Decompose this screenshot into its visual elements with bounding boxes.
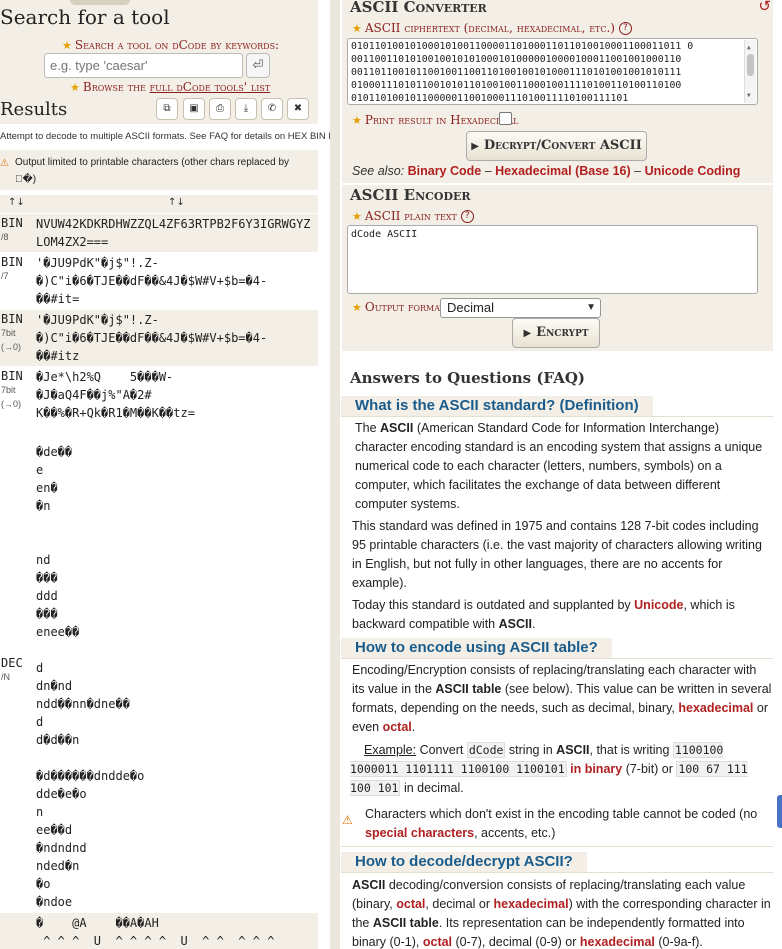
attempt-note: Attempt to decode to multiple ASCII form…: [0, 131, 330, 142]
sort-column-type[interactable]: ↑↓: [8, 197, 25, 208]
enter-icon[interactable]: ⏎: [246, 53, 270, 78]
ciphertext-input[interactable]: 0101101001010001010011000011010001101101…: [347, 38, 758, 105]
refresh-icon[interactable]: ↺: [758, 0, 771, 15]
result-format: BIN 7bit (→0): [1, 369, 23, 409]
right-panel: ASCII Converter ↺ ★ ASCII ciphertext (dec…: [340, 0, 782, 949]
print-icon[interactable]: ⎙: [209, 98, 231, 120]
help-icon[interactable]: ?: [460, 210, 474, 223]
results-table-header: ↑↓ ↑↓: [0, 195, 318, 213]
star-icon: ★: [70, 81, 80, 94]
encoding-warning: ⚠ Characters which don't exist in the enc…: [341, 805, 773, 847]
result-format: DEC/N: [1, 656, 23, 682]
results-row: BIN/8 NVUW42KDKRDHWZZQL4ZF63RTPB2F6Y3IGRW…: [0, 213, 318, 252]
faq-answer-definition: The ASCII (American Standard Code for In…: [355, 421, 763, 511]
link-binary-code[interactable]: Binary Code: [408, 164, 482, 178]
browse-tools: ★ Browse the full dCode tools' list: [70, 80, 271, 94]
result-format: BIN/8: [1, 216, 23, 242]
save-icon[interactable]: ▣: [183, 98, 205, 120]
result-value[interactable]: � @A ��A�AH ^ ^ ^ U ^ ^ ^ ^ U ^ ^ ^ ^ ^: [36, 913, 318, 949]
faq-question-definition: What is the ASCII standard? (Definition): [341, 395, 773, 417]
result-value[interactable]: '�JU9PdK"�j$"!.Z- �)C"i�6�TJE��dF��&4J�$…: [36, 253, 318, 309]
faq-question-decode: How to decode/decrypt ASCII?: [341, 851, 773, 873]
results-title: Results: [0, 99, 68, 120]
link-hexadecimal-decode[interactable]: hexadecimal: [494, 897, 569, 911]
plaintext-input[interactable]: dCode ASCII: [347, 225, 758, 294]
search-label: ★ Search a tool on dCode by keywords:: [62, 38, 280, 52]
faq-answer-history: This standard was defined in 1975 and co…: [352, 519, 762, 590]
example-box: Example: Convert dCode string in ASCII, …: [350, 742, 748, 796]
close-icon[interactable]: ✖: [287, 98, 309, 120]
ciphertext-scrollbar[interactable]: ▲ ▼: [744, 40, 756, 103]
result-value[interactable]: �de�� e en� �n nd ��� ddd ��� enee�� d d…: [36, 424, 318, 912]
link-octal[interactable]: octal: [396, 897, 425, 911]
chevron-down-icon: ▼: [586, 302, 596, 313]
side-feedback-tab[interactable]: [777, 795, 782, 828]
pin-icon[interactable]: ✆: [261, 98, 283, 120]
results-row: BIN/7 '�JU9PdK"�j$"!.Z- �)C"i�6�TJE��dF��…: [0, 252, 318, 309]
decrypt-button[interactable]: ▶ Decrypt/Convert ASCII: [466, 131, 647, 161]
help-icon[interactable]: ?: [618, 22, 632, 35]
download-icon[interactable]: ⤓: [235, 98, 257, 120]
result-value[interactable]: '�JU9PdK"�j$"!.Z- �)C"i�6�TJE��dF��&4J�$…: [36, 310, 318, 366]
ascii-encoder: ASCII Encoder ★ ASCII plain text ? dCode …: [342, 185, 773, 351]
result-value[interactable]: NVUW42KDKRDHWZZQL4ZF63RTPB2F6Y3IGRWGYZ L…: [36, 214, 318, 252]
browse-tools-link[interactable]: full dCode tools' list: [150, 80, 271, 94]
output-format-label: ★ Output format: [352, 300, 445, 314]
result-value[interactable]: �Je*\h2%Q 5���W- �J�aQ4F��j%"A�2# K��%�R…: [36, 367, 318, 423]
play-icon: ▶: [523, 328, 532, 339]
link-hexadecimal[interactable]: Hexadecimal (Base 16): [495, 164, 631, 178]
faq-question-encode: How to encode using ASCII table?: [341, 637, 773, 659]
warning-icon: ⚠: [0, 158, 9, 169]
warning-icon: ⚠: [342, 813, 353, 827]
link-unicode-coding[interactable]: Unicode Coding: [645, 164, 741, 178]
encoder-title: ASCII Encoder: [350, 186, 471, 204]
results-row: DEC/N �de�� e en� �n nd ��� ddd ��� enee…: [0, 423, 318, 912]
sort-column-value[interactable]: ↑↓: [168, 197, 185, 208]
link-unicode[interactable]: Unicode: [634, 598, 683, 612]
output-warning: ⚠ Output limited to printable characters…: [0, 150, 318, 190]
faq-answer-unicode: Today this standard is outdated and supp…: [352, 598, 735, 631]
result-format: BIN/7: [1, 255, 23, 281]
left-panel: Search for a tool ★ Search a tool on dCod…: [0, 0, 330, 949]
see-also: See also: Binary Code – Hexadecimal (Bas…: [352, 164, 741, 178]
encrypt-button[interactable]: ▶ Encrypt: [512, 318, 600, 348]
output-format-select[interactable]: Decimal ▼: [440, 298, 601, 318]
results-row: � @A ��A�AH ^ ^ ^ U ^ ^ ^ ^ U ^ ^ ^ ^ ^: [0, 912, 318, 949]
results-table: ↑↓ ↑↓ BIN/8 NVUW42KDKRDHWZZQL4ZF63RTPB2F6…: [0, 195, 318, 949]
link-special-characters[interactable]: special characters: [365, 826, 474, 840]
search-title: Search for a tool: [0, 5, 170, 29]
plaintext-label: ★ ASCII plain text ?: [352, 209, 474, 223]
link-hexadecimal-2[interactable]: hexadecimal: [580, 935, 655, 949]
faq-title: Answers to Questions (FAQ): [350, 369, 586, 387]
ciphertext-label: ★ ASCII ciphertext (decimal, hexadecimal,…: [352, 21, 632, 35]
hex-option-label: ★ Print result in Hexadecimal: [352, 113, 519, 127]
search-box: Search for a tool ★ Search a tool on dCod…: [0, 0, 318, 97]
link-octal-faq[interactable]: octal: [383, 720, 412, 734]
result-format: BIN 7bit (→0): [1, 312, 23, 352]
hex-checkbox[interactable]: [499, 112, 512, 125]
converter-title: ASCII Converter: [350, 0, 487, 16]
ascii-converter: ASCII Converter ↺ ★ ASCII ciphertext (dec…: [342, 0, 773, 183]
link-octal-2[interactable]: octal: [423, 935, 452, 949]
star-icon: ★: [62, 39, 72, 52]
link-hexadecimal-faq[interactable]: hexadecimal: [678, 701, 753, 715]
results-row: BIN 7bit (→0) '�JU9PdK"�j$"!.Z- �)C"i�6�TJE…: [0, 309, 318, 366]
results-row: BIN 7bit (→0) �Je*\h2%Q 5���W- �J�aQ4F��j%"…: [0, 366, 318, 423]
results-header: Results ⧉ ▣ ⎙ ⤓ ✆ ✖: [0, 97, 318, 124]
faq-answer-encode: Encoding/Encryption consists of replacin…: [352, 663, 772, 734]
copy-icon[interactable]: ⧉: [156, 98, 178, 120]
play-icon: ▶: [471, 141, 479, 152]
panel-splitter[interactable]: [330, 0, 340, 949]
search-input[interactable]: [44, 53, 243, 78]
faq-answer-decode: ASCII decoding/conversion consists of re…: [352, 878, 771, 949]
